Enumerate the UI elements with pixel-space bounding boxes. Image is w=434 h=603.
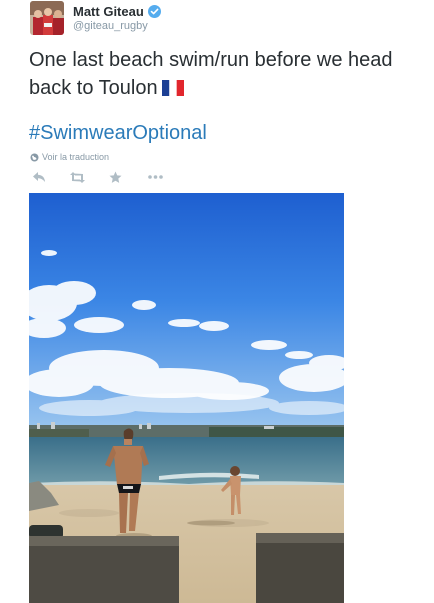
- reply-icon[interactable]: [32, 170, 46, 184]
- star-icon[interactable]: [109, 170, 122, 184]
- tweet-actions: [30, 170, 163, 184]
- avatar[interactable]: [30, 1, 64, 35]
- more-dots-icon[interactable]: [148, 170, 163, 184]
- translate-label: Voir la traduction: [42, 152, 110, 162]
- user-handle[interactable]: @giteau_rugby: [73, 20, 148, 32]
- translate-link[interactable]: Voir la traduction: [30, 152, 109, 162]
- france-flag-icon: [161, 76, 184, 104]
- hashtag-link[interactable]: #SwimwearOptional: [29, 120, 207, 146]
- display-name[interactable]: Matt Giteau: [73, 4, 144, 19]
- retweet-icon[interactable]: [69, 170, 86, 184]
- tweet-text-content: One last beach swim/run before we head b…: [29, 49, 393, 99]
- verified-badge-icon: [147, 4, 161, 18]
- tweet-text: One last beach swim/run before we head b…: [29, 46, 429, 104]
- globe-icon: [30, 153, 39, 162]
- tweet-photo[interactable]: [29, 193, 344, 603]
